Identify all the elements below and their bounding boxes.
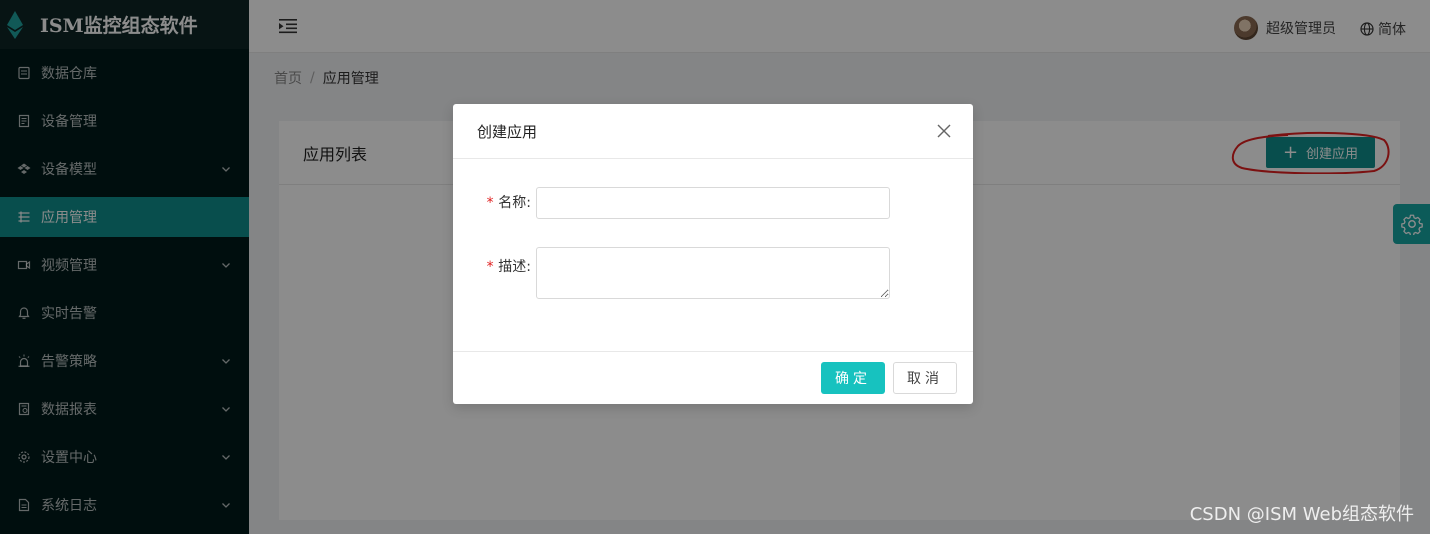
required-mark: * [485, 195, 495, 211]
required-mark: * [485, 259, 495, 275]
name-input[interactable] [536, 187, 890, 219]
name-label-text: 名称: [498, 195, 531, 211]
desc-label: * 描述: [453, 247, 536, 299]
form-row-name: * 名称: [453, 187, 890, 219]
description-textarea[interactable] [536, 247, 890, 299]
name-label: * 名称: [453, 187, 536, 219]
form-row-desc: * 描述: [453, 247, 890, 299]
confirm-button[interactable]: 确定 [821, 362, 885, 394]
cancel-button[interactable]: 取消 [893, 362, 957, 394]
create-app-modal: 创建应用 * 名称: * 描述: 确定 取消 [453, 104, 973, 404]
close-icon[interactable] [937, 124, 951, 138]
modal-footer: 确定 取消 [453, 351, 973, 404]
modal-title: 创建应用 [477, 122, 538, 141]
modal-header: 创建应用 [453, 104, 973, 159]
desc-label-text: 描述: [498, 259, 531, 275]
watermark: CSDN @ISM Web组态软件 [1189, 504, 1414, 525]
